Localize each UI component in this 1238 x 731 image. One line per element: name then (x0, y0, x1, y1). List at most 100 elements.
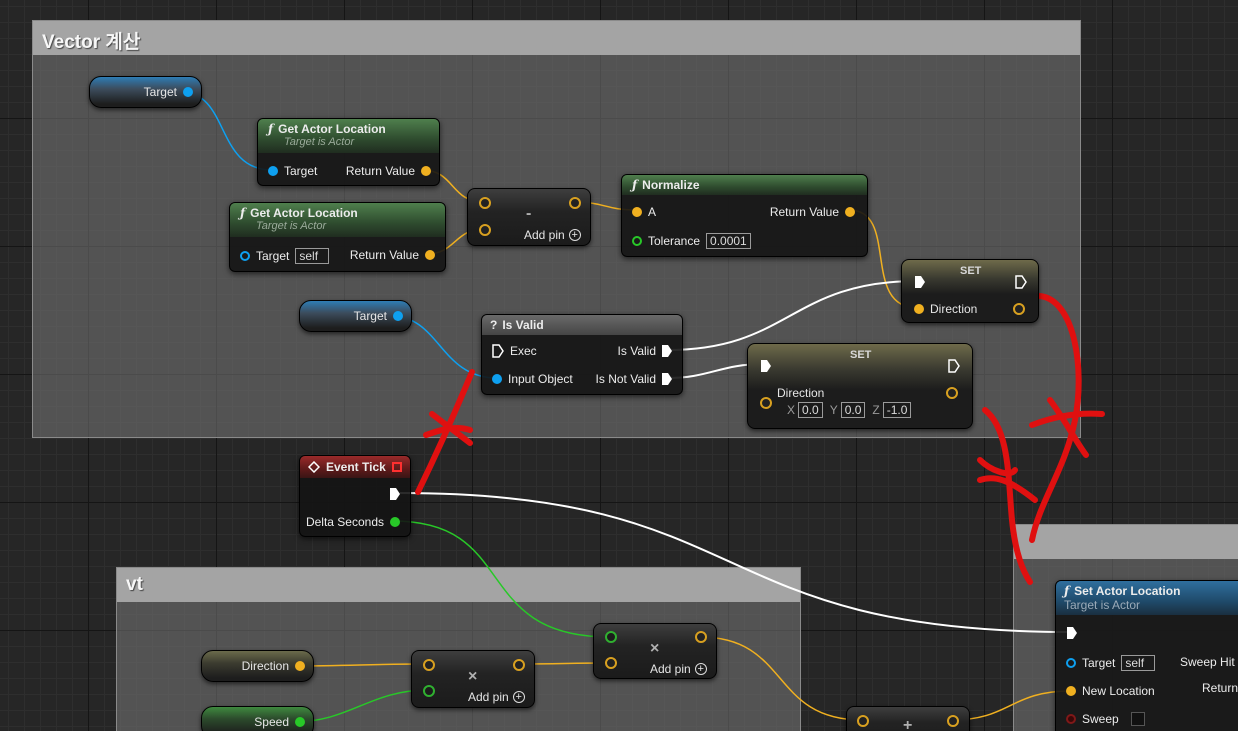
node-header: ƒ Get Actor Location Target is Actor (230, 203, 445, 237)
a-pin-label: A (648, 205, 657, 219)
get-actor-location-node-2[interactable]: ƒ Get Actor Location Target is Actor Targ… (229, 202, 446, 272)
event-tick-node[interactable]: Event Tick Delta Seconds (299, 455, 411, 537)
node-title: Normalize (642, 178, 700, 192)
object-output-pin[interactable] (183, 87, 193, 97)
a-input-pin[interactable] (857, 715, 869, 727)
variable-label: Speed (254, 715, 289, 729)
node-title: Get Actor Location (278, 122, 386, 136)
function-icon: ƒ (632, 178, 638, 192)
x-field[interactable]: 0.0 (798, 402, 823, 418)
event-diamond-icon (308, 461, 320, 473)
x-label: X (787, 403, 796, 417)
function-icon: ƒ (268, 122, 274, 136)
add-pin-plus-icon: + (512, 691, 525, 703)
input-object-pin[interactable] (492, 374, 502, 384)
direction-label: Direction (930, 302, 978, 316)
return-value-pin[interactable] (421, 166, 431, 176)
sweep-checkbox[interactable] (1130, 712, 1145, 726)
output-pin[interactable] (513, 659, 525, 671)
add-pin-button[interactable]: Add pin + (468, 690, 525, 704)
direction-output-pin[interactable] (946, 387, 958, 399)
direction-output-pin[interactable] (1013, 303, 1025, 315)
variable-label: Target (353, 309, 387, 323)
set-direction-node-2[interactable]: SET Direction X 0.0 Y 0.0 Z -1.0 (747, 343, 973, 429)
normalize-node[interactable]: ƒ Normalize A Return Value Tolerance 0.00… (621, 174, 868, 257)
wire-delta-to-multiply (392, 520, 611, 638)
new-location-label: New Location (1082, 684, 1155, 698)
output-pin[interactable] (569, 197, 581, 209)
object-output-pin[interactable] (393, 311, 403, 321)
is-valid-label: Is Valid (617, 344, 656, 358)
variable-label: Target (143, 85, 177, 99)
new-location-input-pin[interactable] (1066, 686, 1076, 696)
target-self-field[interactable]: self (295, 248, 330, 264)
add-pin-button[interactable]: Add pin + (650, 662, 707, 676)
delta-seconds-label: Delta Seconds (305, 515, 384, 529)
b-input-pin[interactable] (479, 224, 491, 236)
direction-input-pin[interactable] (914, 304, 924, 314)
is-not-valid-exec-pin[interactable] (662, 373, 672, 385)
output-pin[interactable] (695, 631, 707, 643)
direction-variable-node[interactable]: Direction (201, 650, 314, 682)
node-header: ƒ Normalize (622, 175, 867, 195)
target-self-field[interactable]: self (1121, 655, 1156, 671)
add-pin-plus-icon: + (568, 229, 581, 241)
set-actor-location-node[interactable]: ƒ Set Actor Location Target is Actor Targ… (1055, 580, 1238, 731)
output-pin[interactable] (947, 715, 959, 727)
a-input-pin[interactable] (605, 631, 617, 643)
return-value-pin[interactable] (425, 250, 435, 260)
node-header: ? Is Valid (482, 315, 682, 335)
exec-output-pin[interactable] (948, 359, 960, 373)
set-direction-node-1[interactable]: SET Direction (901, 259, 1039, 323)
sweep-hit-result-label: Sweep Hit R (1180, 655, 1238, 669)
multiply-node-2[interactable]: × Add pin + (593, 623, 717, 679)
target-pin-label: Target (256, 249, 290, 263)
y-label: Y (829, 403, 838, 417)
question-icon: ? (490, 318, 498, 332)
y-field[interactable]: 0.0 (840, 402, 866, 418)
add-node[interactable]: + (846, 706, 970, 731)
target-variable-node[interactable]: Target (89, 76, 202, 108)
tolerance-field[interactable]: 0.0001 (706, 233, 751, 249)
get-actor-location-node-1[interactable]: ƒ Get Actor Location Target is Actor Targ… (257, 118, 440, 186)
delta-seconds-pin[interactable] (390, 517, 400, 527)
is-valid-node[interactable]: ? Is Valid Exec Is Valid Input Object Is… (481, 314, 683, 395)
target-variable-node[interactable]: Target (299, 300, 412, 332)
delegate-icon[interactable] (392, 462, 402, 472)
tolerance-input-pin[interactable] (632, 236, 642, 246)
target-label: Target (1082, 656, 1116, 670)
variable-label: Direction (241, 659, 289, 673)
exec-input-pin[interactable] (761, 360, 771, 372)
exec-input-pin[interactable] (492, 344, 504, 358)
multiply-symbol: × (468, 668, 478, 685)
target-input-pin[interactable] (1066, 658, 1076, 668)
add-pin-button[interactable]: Add pin + (524, 228, 581, 242)
vector-output-pin[interactable] (295, 661, 305, 671)
target-input-pin[interactable] (240, 251, 250, 261)
z-field[interactable]: -1.0 (882, 402, 912, 418)
subtract-node[interactable]: - Add pin + (467, 188, 591, 246)
multiply-node-1[interactable]: × Add pin + (411, 650, 535, 708)
speed-variable-node[interactable]: Speed (201, 706, 314, 731)
node-title: Event Tick (326, 460, 386, 474)
exec-input-pin[interactable] (915, 276, 925, 288)
b-input-pin[interactable] (423, 685, 435, 697)
input-object-label: Input Object (508, 372, 573, 386)
direction-label: Direction (777, 386, 825, 400)
exec-input-pin[interactable] (1067, 627, 1077, 639)
exec-output-pin[interactable] (1015, 275, 1027, 289)
return-value-pin[interactable] (845, 207, 855, 217)
direction-input-pin[interactable] (760, 397, 772, 409)
is-not-valid-label: Is Not Valid (595, 372, 656, 386)
is-valid-exec-pin[interactable] (662, 345, 672, 357)
a-input-pin[interactable] (632, 207, 642, 217)
exec-output-pin[interactable] (390, 488, 400, 500)
add-pin-label: Add pin (524, 228, 565, 242)
target-input-pin[interactable] (268, 166, 278, 176)
node-header: Event Tick (300, 456, 410, 478)
sweep-input-pin[interactable] (1066, 714, 1076, 724)
b-input-pin[interactable] (605, 657, 617, 669)
float-output-pin[interactable] (295, 717, 305, 727)
a-input-pin[interactable] (423, 659, 435, 671)
a-input-pin[interactable] (479, 197, 491, 209)
